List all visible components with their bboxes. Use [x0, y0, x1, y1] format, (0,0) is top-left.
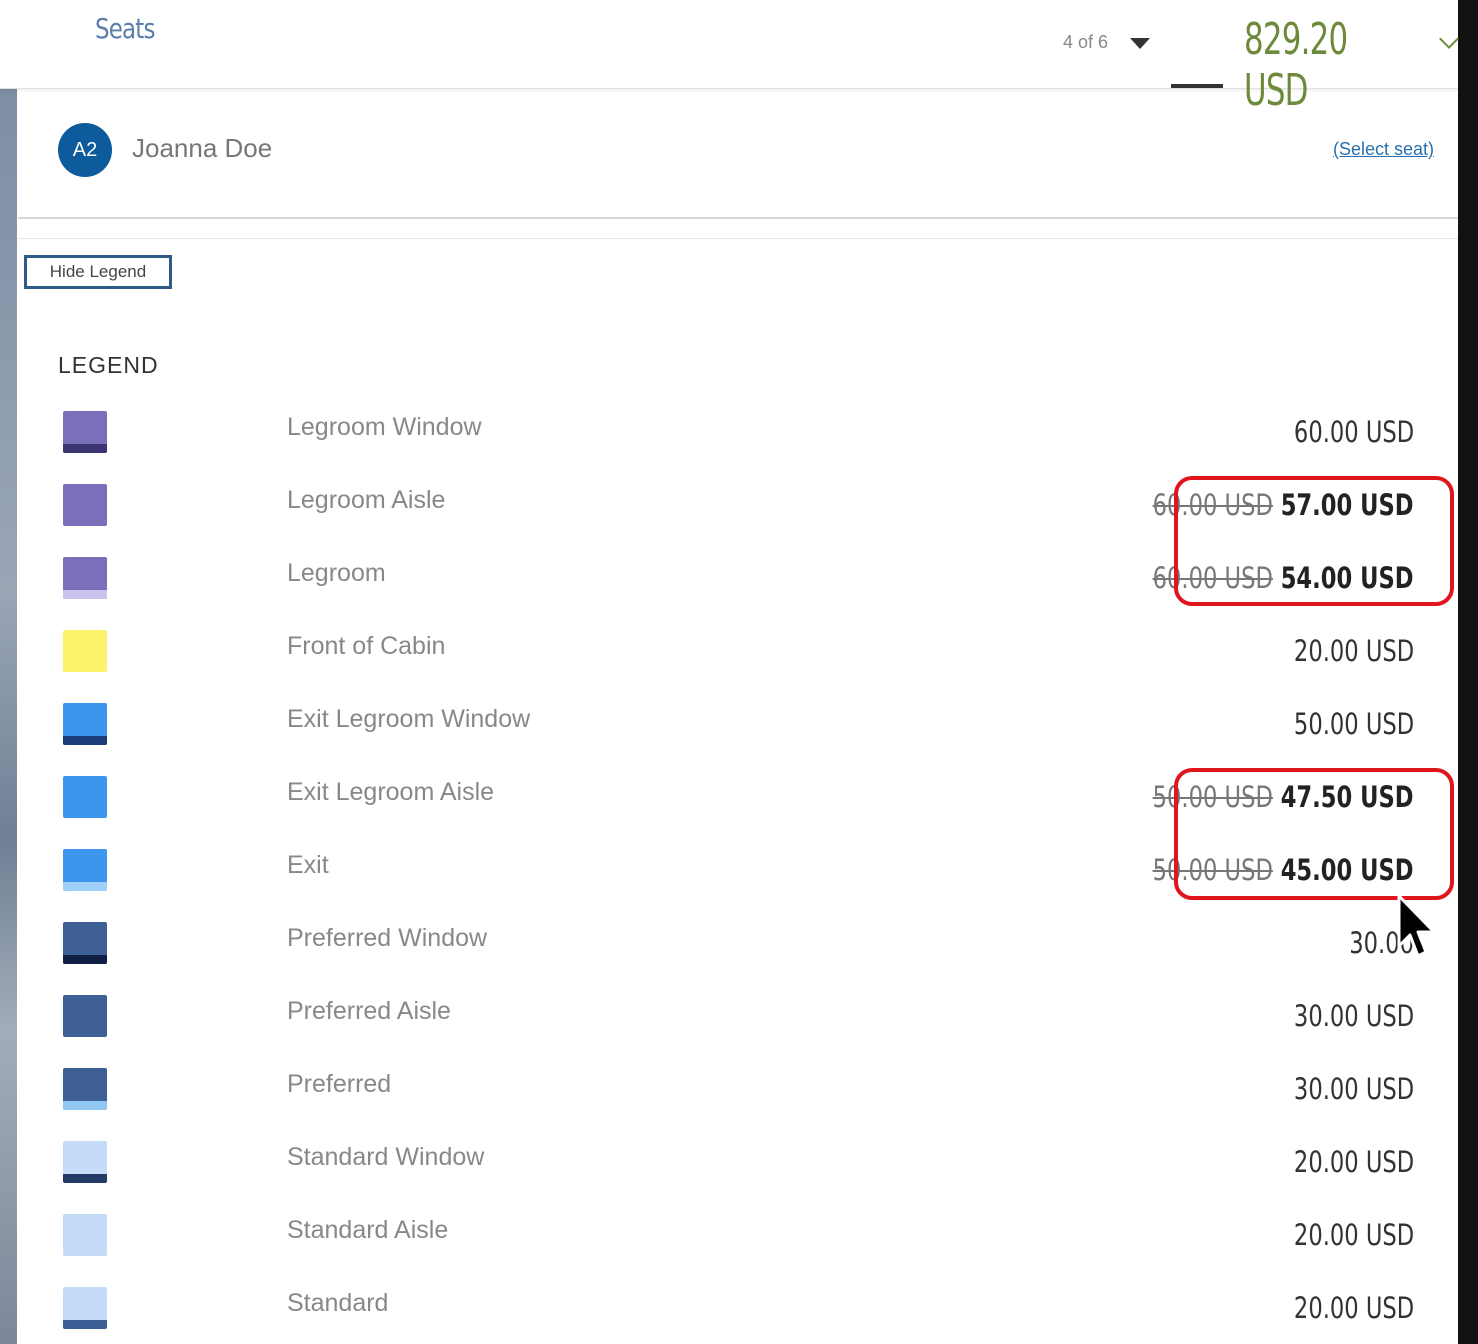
discount-highlight: [1174, 476, 1454, 606]
legend-item-label: Exit Legroom Aisle: [287, 778, 495, 806]
background-edge-right: [1458, 0, 1478, 1344]
legend-title: LEGEND: [58, 352, 159, 378]
legend-item-price: 20.00 USD: [1294, 1218, 1414, 1252]
seat-swatch-icon: [63, 557, 107, 599]
legend-item: Preferred Window 30.00: [0, 906, 1458, 979]
legend-item-label: Preferred Window: [287, 924, 488, 952]
price-value: 20.00 USD: [1293, 1291, 1414, 1325]
legend-item-label: Standard: [287, 1289, 389, 1317]
seat-swatch-icon: [63, 703, 107, 745]
seat-swatch-icon: [63, 1287, 107, 1329]
seat-stripe: [63, 1101, 107, 1110]
legend-item-price: 30.00 USD: [1294, 1072, 1414, 1106]
legend-item-price: 30.00 USD: [1294, 999, 1414, 1033]
seat-swatch-icon: [63, 1214, 107, 1256]
seat-swatch-icon: [63, 1068, 107, 1110]
seat-stripe: [63, 590, 107, 599]
legend-item: Standard Window 20.00 USD: [0, 1125, 1458, 1198]
legend-item: Exit Legroom Window 50.00 USD: [0, 687, 1458, 760]
select-seat-link[interactable]: (Select seat): [1333, 139, 1434, 160]
legend-item-label: Preferred Aisle: [287, 997, 451, 1025]
seat-swatch-icon: [63, 995, 107, 1037]
legend-item-price: 20.00 USD: [1294, 1145, 1414, 1179]
mouse-pointer-icon: [1397, 894, 1436, 958]
price-value: 20.00 USD: [1293, 1218, 1414, 1252]
price-value: 20.00 USD: [1293, 1145, 1414, 1179]
legend-item-label: Preferred: [287, 1070, 392, 1098]
legend-item: Preferred 30.00 USD: [0, 1052, 1458, 1125]
legend-item-price: 50.00 USD: [1294, 707, 1414, 741]
legend-item: Standard 20.00 USD: [0, 1271, 1458, 1344]
legend-item-label: Legroom: [287, 559, 386, 587]
passenger-name: Joanna Doe: [132, 133, 273, 163]
seat-swatch-icon: [63, 922, 107, 964]
seat-swatch-icon: [63, 1141, 107, 1183]
seat-stripe: [63, 1174, 107, 1183]
price-value: 50.00 USD: [1293, 707, 1414, 741]
price-value: 20.00 USD: [1293, 634, 1414, 668]
price-value: 30.00 USD: [1293, 1072, 1414, 1106]
discount-highlight: [1174, 768, 1454, 900]
price-value: 60.00 USD: [1293, 415, 1414, 449]
legend-item: Standard Aisle 20.00 USD: [0, 1198, 1458, 1271]
legend-item-price: 20.00 USD: [1294, 1291, 1414, 1325]
seat-swatch-icon: [63, 776, 107, 818]
seat-stripe: [63, 1320, 107, 1329]
legend-item-price: 60.00 USD: [1294, 415, 1414, 449]
passenger-pager: 4 of 6: [1063, 32, 1109, 52]
price-value: 30.00 USD: [1293, 999, 1414, 1033]
passenger-row: A2 Joanna Doe (Select seat): [18, 89, 1458, 219]
seat-swatch-icon: [63, 849, 107, 891]
legend-item-label: Standard Aisle: [287, 1216, 449, 1244]
seat-stripe: [63, 882, 107, 891]
seat-stripe: [63, 736, 107, 745]
legend-item-label: Standard Window: [287, 1143, 485, 1171]
seat-swatch-icon: [63, 630, 107, 672]
legend-item-label: Legroom Window: [287, 413, 482, 441]
total-chevron-icon[interactable]: [1439, 29, 1459, 49]
seat-swatch-icon: [63, 484, 107, 526]
legend-item: Preferred Aisle 30.00 USD: [0, 979, 1458, 1052]
seat-stripe: [63, 444, 107, 453]
legend-item-label: Exit Legroom Window: [287, 705, 531, 733]
seat-stripe: [63, 955, 107, 964]
divider: [18, 238, 1458, 239]
chevron-down-icon[interactable]: [1130, 38, 1150, 49]
legend-item-label: Exit: [287, 851, 329, 879]
tab-indicator: [1171, 84, 1223, 88]
seats-header: Seats 4 of 6 829.20 USD: [0, 0, 1459, 116]
legend-item-price: 20.00 USD: [1294, 634, 1414, 668]
legend-item: Front of Cabin 20.00 USD: [0, 614, 1458, 687]
legend-item-label: Legroom Aisle: [287, 486, 446, 514]
seat-swatch-icon: [63, 411, 107, 453]
hide-legend-button[interactable]: Hide Legend: [24, 255, 172, 289]
avatar: A2: [58, 123, 112, 177]
legend-item-label: Front of Cabin: [287, 632, 446, 660]
page-title: Seats: [95, 12, 155, 45]
legend-item: Legroom Window 60.00 USD: [0, 395, 1458, 468]
